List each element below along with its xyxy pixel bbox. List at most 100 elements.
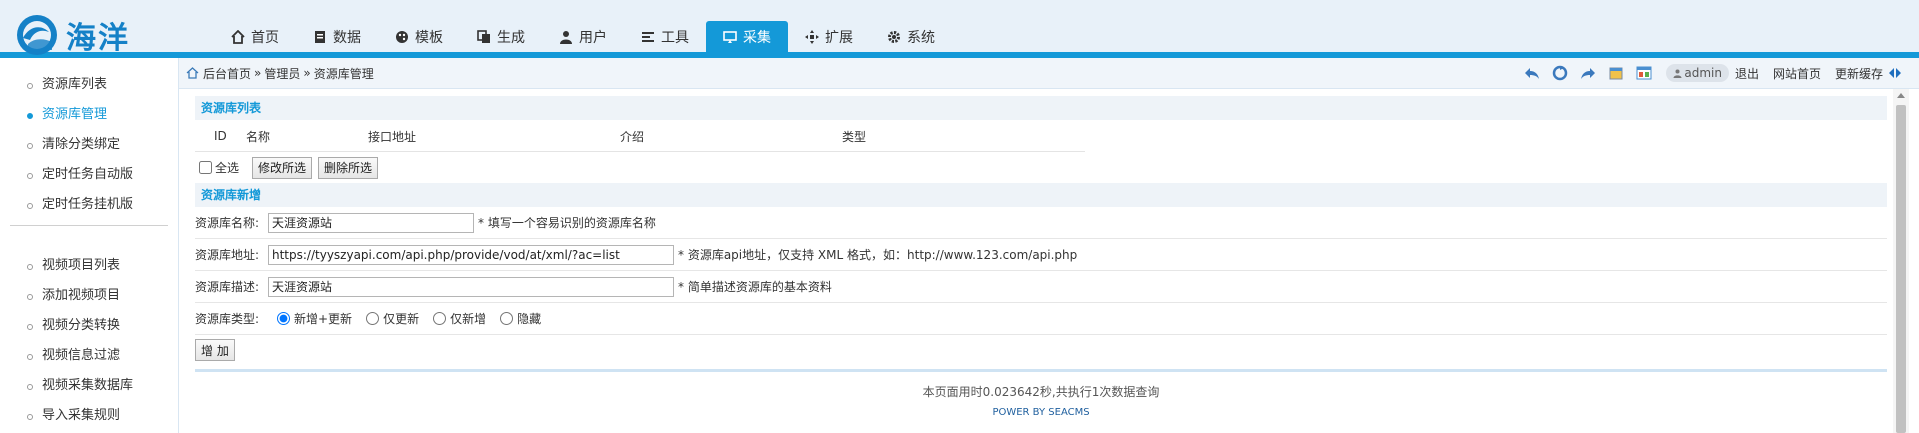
form-row-name: 资源库名称: * 填写一个容易识别的资源库名称 [195, 207, 1887, 239]
form-row-type: 资源库类型: 新增+更新 仅更新 仅新增 隐藏 [195, 303, 1887, 335]
home-icon [186, 67, 199, 79]
column-type: 类型 [841, 121, 1085, 152]
type-radio-hidden[interactable] [500, 312, 514, 325]
nav-tab-collect[interactable]: 采集 [706, 21, 788, 52]
calendar-icon[interactable] [1608, 65, 1624, 81]
url-label: 资源库地址: [195, 248, 260, 262]
home-icon [231, 29, 245, 44]
sidebar-item[interactable]: 视频采集数据库 [0, 371, 178, 401]
desc-label: 资源库描述: [195, 280, 260, 294]
refresh-icon[interactable] [1552, 65, 1568, 81]
sidebar-item[interactable]: 视频分类转换 [0, 311, 178, 341]
main-nav: 首页 数据 模板 生成 用户 工具 采集 扩展 系统 [214, 21, 952, 52]
type-option-add-only[interactable]: 仅新增 [433, 310, 486, 327]
name-label: 资源库名称: [195, 216, 260, 230]
nav-tab-label: 数据 [333, 29, 361, 46]
form-row-desc: 资源库描述: * 简单描述资源库的基本资料 [195, 271, 1887, 303]
username: admin [1684, 66, 1722, 80]
sidebar-item[interactable]: 定时任务挂机版 [0, 190, 178, 220]
nav-tab-label: 用户 [579, 29, 607, 46]
name-hint: * 填写一个容易识别的资源库名称 [478, 216, 656, 230]
sidebar-item[interactable]: 导入采集规则 [0, 401, 178, 431]
nav-tab-tools[interactable]: 工具 [624, 21, 706, 52]
form-row-url: 资源库地址: * 资源库api地址，仅支持 XML 格式，如：http://ww… [195, 239, 1887, 271]
nav-tab-expand[interactable]: 扩展 [788, 21, 870, 52]
add-button[interactable]: 增 加 [195, 339, 235, 361]
breadcrumb-admin-link[interactable]: 管理员 [264, 65, 300, 82]
user-icon [1673, 69, 1682, 78]
site-home-link[interactable]: 网站首页 [1773, 65, 1821, 82]
breadcrumb-separator: » [303, 66, 311, 80]
logout-link[interactable]: 退出 [1735, 65, 1759, 82]
nav-tab-user[interactable]: 用户 [542, 21, 624, 52]
nav-tab-label: 首页 [251, 29, 279, 46]
layout-icon[interactable] [1636, 65, 1652, 81]
powered-by: POWER BY SEACMS [992, 407, 1090, 418]
breadcrumb-separator: » [254, 66, 262, 80]
sidebar-group-resources: 资源库列表 资源库管理 清除分类绑定 定时任务自动版 定时任务挂机版 [0, 70, 178, 220]
palette-icon [396, 30, 408, 43]
sidebar-item[interactable]: 资源库列表 [0, 70, 178, 100]
scroll-up-icon[interactable] [1897, 93, 1905, 98]
edit-selected-button[interactable]: 修改所选 [252, 156, 313, 179]
sidebar-item[interactable]: 清除分类绑定 [0, 130, 178, 160]
expand-icon [805, 29, 819, 44]
clear-cache-link[interactable]: 更新缓存 [1835, 65, 1883, 82]
nav-tab-copy[interactable]: 生成 [460, 21, 542, 52]
sidebar-item[interactable]: 资源库管理 [0, 100, 178, 130]
table-header-row: ID 名称 接口地址 介绍 类型 [195, 121, 1085, 152]
breadcrumb-current: 资源库管理 [313, 66, 374, 81]
user-badge[interactable]: admin [1666, 64, 1729, 82]
collect-icon [723, 30, 737, 43]
sidebar-item[interactable]: 添加视频项目 [0, 281, 178, 311]
delete-selected-button[interactable]: 删除所选 [318, 156, 379, 179]
list-actions: 全选 修改所选 删除所选 [195, 152, 1887, 183]
breadcrumb-home-link[interactable]: 后台首页 [203, 65, 251, 82]
sidebar-item[interactable]: 定时任务自动版 [0, 160, 178, 190]
type-option-label: 新增+更新 [294, 312, 353, 326]
type-label: 资源库类型: [195, 312, 260, 326]
sidebar-item[interactable]: 视频项目列表 [0, 251, 178, 281]
select-all-label: 全选 [215, 161, 240, 175]
gear-icon [888, 30, 900, 43]
nav-tab-gear[interactable]: 系统 [870, 21, 952, 52]
type-radio-add-update[interactable] [277, 312, 290, 325]
user-icon [560, 30, 572, 44]
database-icon [315, 30, 325, 43]
type-option-update-only[interactable]: 仅更新 [366, 310, 419, 327]
select-all-checkbox[interactable] [199, 161, 212, 174]
forward-icon[interactable] [1580, 65, 1596, 81]
type-option-label: 仅新增 [450, 312, 487, 326]
logo[interactable]: 海洋 [14, 12, 130, 58]
nav-tab-label: 扩展 [825, 29, 853, 46]
breadcrumb: 后台首页 » 管理员 » 资源库管理 [186, 58, 374, 88]
name-input[interactable] [268, 212, 474, 233]
nav-tab-palette[interactable]: 模板 [378, 21, 460, 52]
sidebar-group-video: 视频项目列表 添加视频项目 视频分类转换 视频信息过滤 视频采集数据库 导入采集规则 [0, 251, 178, 431]
resource-add-title: 资源库新增 [195, 183, 1887, 207]
column-api-url: 接口地址 [367, 121, 619, 152]
nav-tab-label: 采集 [743, 29, 771, 46]
nav-tab-label: 系统 [907, 29, 935, 46]
main-content: 资源库列表 ID 名称 接口地址 介绍 类型 全选 修改所选 删除所选 资源库新… [195, 96, 1887, 372]
content-bottom-rule [195, 369, 1887, 372]
undo-icon[interactable] [1524, 65, 1540, 81]
logo-text: 海洋 [66, 21, 130, 56]
desc-input[interactable] [268, 276, 674, 297]
type-radio-add-only[interactable] [433, 312, 447, 325]
top-tools: admin 退出 网站首页 更新缓存 [1512, 58, 1901, 88]
type-option-hidden[interactable]: 隐藏 [500, 310, 541, 327]
type-radio-update-only[interactable] [366, 312, 380, 325]
toggle-arrows-icon[interactable] [1889, 65, 1901, 81]
logo-wave-icon [17, 15, 57, 55]
vertical-scrollbar[interactable] [1893, 89, 1909, 433]
nav-tab-database[interactable]: 数据 [296, 21, 378, 52]
url-input[interactable] [268, 244, 674, 265]
column-description: 介绍 [619, 121, 841, 152]
resource-table: ID 名称 接口地址 介绍 类型 [195, 121, 1085, 152]
nav-tab-home[interactable]: 首页 [214, 21, 296, 52]
type-option-add-update[interactable]: 新增+更新 [277, 310, 352, 327]
sidebar-item[interactable]: 视频信息过滤 [0, 341, 178, 371]
type-option-label: 仅更新 [383, 312, 420, 326]
scrollbar-thumb[interactable] [1896, 105, 1906, 433]
